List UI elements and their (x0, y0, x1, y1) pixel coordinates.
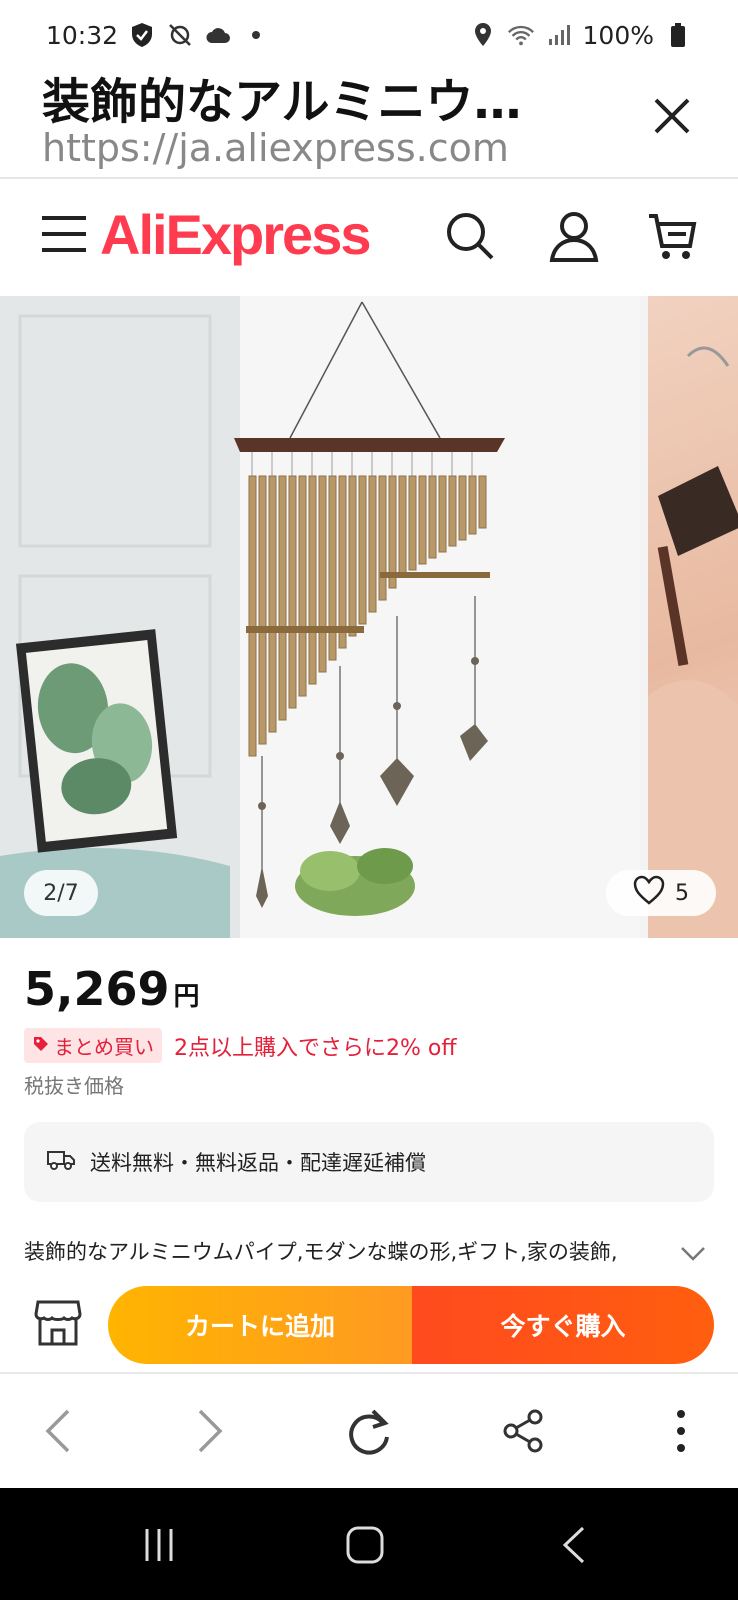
close-icon[interactable] (642, 86, 702, 146)
heart-icon (633, 875, 665, 911)
location-icon (469, 21, 497, 49)
custom-tab-header: 装飾的なアルミニウ… https://ja.aliexpress.com (0, 56, 738, 176)
battery-icon (664, 21, 692, 49)
account-icon[interactable] (548, 210, 600, 262)
tag-icon (32, 1034, 50, 1058)
recent-apps-icon[interactable] (134, 1520, 184, 1570)
browser-toolbar (0, 1374, 738, 1488)
price-value: 5,269 (24, 962, 170, 1016)
cart-icon[interactable] (646, 210, 698, 262)
chevron-down-icon[interactable] (678, 1238, 708, 1268)
bulk-promo[interactable]: まとめ買い 2点以上購入でさらに2% off (24, 1028, 457, 1063)
cloud-icon (204, 21, 232, 49)
promo-badge: まとめ買い (24, 1028, 162, 1063)
purchase-action-bar: カートに追加 今すぐ購入 (0, 1280, 738, 1370)
refresh-icon[interactable] (342, 1404, 396, 1458)
price-currency: 円 (173, 982, 200, 1012)
dot-icon (242, 21, 270, 49)
shield-icon (128, 21, 156, 49)
promo-badge-label: まとめ買い (54, 1035, 154, 1059)
menu-icon[interactable] (40, 210, 88, 258)
android-navigation-bar (0, 1488, 738, 1600)
product-description[interactable]: 装飾的なアルミニウムパイプ,モダンな蝶の形,ギフト,家の装飾, (24, 1236, 664, 1266)
sync-off-icon (166, 21, 194, 49)
product-image[interactable] (0, 296, 640, 938)
search-icon[interactable] (444, 210, 496, 262)
truck-icon (46, 1148, 76, 1177)
shipping-info[interactable]: 送料無料・無料返品・配達遅延補償 (24, 1122, 714, 1202)
buy-now-button[interactable]: 今すぐ購入 (412, 1286, 714, 1364)
product-image-gallery[interactable]: 2/7 5 (0, 296, 738, 938)
image-counter: 2/7 (24, 870, 98, 916)
status-time: 10:32 (46, 20, 119, 50)
home-icon[interactable] (340, 1520, 390, 1570)
shipping-text: 送料無料・無料返品・配達遅延補償 (90, 1151, 426, 1175)
wishlist-button[interactable]: 5 (606, 870, 716, 916)
more-options-icon[interactable] (654, 1404, 708, 1458)
aliexpress-logo[interactable]: AliExpress (100, 202, 371, 267)
page-title: 装飾的なアルミニウ… (42, 74, 522, 130)
next-product-image[interactable] (648, 296, 738, 938)
back-nav-icon[interactable] (548, 1520, 598, 1570)
wifi-icon (507, 21, 535, 49)
wishlist-count: 5 (675, 880, 689, 906)
store-icon[interactable] (34, 1298, 82, 1348)
header-divider (0, 177, 738, 179)
tax-note: 税抜き価格 (24, 1074, 124, 1098)
page-url[interactable]: https://ja.aliexpress.com (42, 126, 509, 170)
forward-icon[interactable] (184, 1404, 238, 1458)
add-to-cart-button[interactable]: カートに追加 (108, 1286, 412, 1364)
share-icon[interactable] (496, 1404, 550, 1458)
battery-percent: 100% (582, 20, 654, 50)
site-header: AliExpress (0, 180, 738, 290)
back-icon[interactable] (30, 1404, 84, 1458)
product-price: 5,269 円 (24, 962, 200, 1016)
promo-text: 2点以上購入でさらに2% off (174, 1035, 457, 1061)
signal-icon (545, 21, 573, 49)
